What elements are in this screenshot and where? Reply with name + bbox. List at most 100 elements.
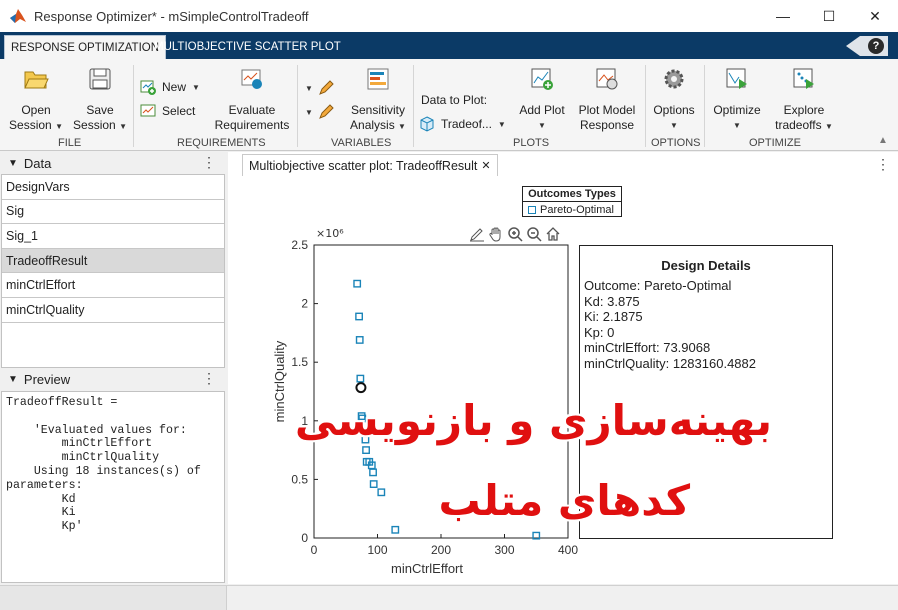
optimize-button[interactable]: Optimize ▼ [708,67,766,133]
list-item[interactable]: minCtrlQuality [2,298,224,323]
pencil-icon [319,104,334,119]
close-button[interactable]: ✕ [852,0,898,32]
section-variables: VARIABLES [331,137,392,149]
list-item-selected[interactable]: TradeoffResult [2,248,224,274]
axes-toolbar [469,226,561,242]
section-optimize: OPTIMIZE [749,137,801,149]
y-tick-label: 2 [301,297,308,311]
window-title: Response Optimizer* - mSimpleControlTrad… [34,8,309,24]
minimize-button[interactable]: — [760,0,806,32]
data-panel-title: Data [23,155,52,171]
add-plot-icon [531,68,553,90]
variables-dropdown-button[interactable]: ▼ [305,79,335,97]
save-session-button[interactable]: Save Session ▼ [70,67,130,134]
legend-entry[interactable]: Pareto-Optimal [523,202,621,217]
options-label: Options [653,103,695,117]
options-button[interactable]: Options ▼ [648,67,700,133]
add-plot-button[interactable]: Add Plot ▼ [513,67,571,133]
data-list: DesignVars Sig Sig_1 TradeoffResult minC… [1,174,225,368]
plot-model-label-2: Response [579,118,635,132]
options-caret: ▼ [670,121,678,130]
y-axis-label: minCtrlQuality [272,340,287,422]
save-icon [89,68,111,90]
sensitivity-label-1: Sensitivity [350,103,406,117]
optimize-caret: ▼ [733,121,741,130]
save-session-label-1: Save [86,103,114,117]
detail-line: Outcome: Pareto-Optimal [584,278,732,293]
doc-tab-label: Multiobjective scatter plot: TradeoffRes… [249,158,478,173]
overlay-text-line-2: کدهای متلب [438,476,690,525]
close-tab-icon[interactable]: ✕ [481,159,490,172]
help-icon: ? [868,38,884,54]
help-button[interactable]: ? [846,36,888,56]
y-tick-label: 0 [301,531,308,545]
tab-scatter-plot[interactable]: Multiobjective scatter plot: TradeoffRes… [242,154,498,176]
collapse-icon[interactable]: ▼ [8,374,18,385]
y-tick-label: 0.5 [291,472,308,486]
evaluate-requirements-button[interactable]: Evaluate Requirements [212,67,292,133]
section-file: FILE [58,137,82,149]
folder-open-icon [24,71,49,89]
x-tick-label: 100 [367,543,387,557]
brush-icon[interactable] [469,226,485,242]
ribbon-tab-bar: RESPONSE OPTIMIZATION MULTIOBJECTIVE SCA… [0,32,898,59]
cube-icon [420,116,434,132]
sensitivity-analysis-button[interactable]: Sensitivity Analysis ▼ [348,67,408,134]
preview-panel-title: Preview [23,371,71,387]
explore-tradeoffs-icon [793,68,814,89]
ribbon-separator [645,65,646,147]
variables-edit-button[interactable]: ▼ [305,103,335,121]
section-options: OPTIONS [651,137,701,149]
square-marker-icon [528,205,536,214]
new-requirement-button[interactable]: New ▼ [140,79,200,95]
y-tick-label: 1.5 [291,355,308,369]
matlab-logo-icon [10,9,26,23]
list-item[interactable]: Sig_1 [2,224,224,249]
legend-title: Outcomes Types [523,187,621,202]
list-item[interactable]: DesignVars [2,175,224,200]
plot-model-label-1: Plot Model [578,103,636,117]
tab-response-optimization[interactable]: RESPONSE OPTIMIZATION [4,35,167,59]
zoom-in-icon[interactable] [507,226,523,242]
collapse-icon[interactable]: ▼ [8,158,18,169]
data-panel-header: ▼ Data [0,152,227,174]
open-session-button[interactable]: Open Session ▼ [6,67,66,134]
plot-menu-icon[interactable]: ⋮ [876,156,890,173]
x-axis-label: minCtrlEffort [391,561,463,576]
preview-text: TradeoffResult = 'Evaluated values for: … [1,391,225,583]
x-tick-label: 300 [494,543,514,557]
ribbon-separator [413,65,414,147]
data-to-plot-value: Tradeof... [441,116,492,131]
selected-point-marker [355,382,367,394]
list-item[interactable]: Sig [2,200,224,225]
detail-line: minCtrlEffort: 73.9068 [584,340,711,356]
optimize-label: Optimize [713,103,761,117]
status-bar-left [0,586,227,610]
zoom-out-icon[interactable] [526,226,542,242]
plot-model-response-button[interactable]: Plot Model Response [574,67,640,133]
pan-hand-icon[interactable] [488,226,504,242]
data-to-plot-label: Data to Plot: [421,93,488,107]
sensitivity-label-2: Analysis ▼ [350,118,406,132]
gear-icon [664,69,684,89]
list-item[interactable]: minCtrlEffort [2,273,224,298]
evaluate-requirements-icon [241,69,262,89]
data-panel-menu-icon[interactable]: ⋮ [202,154,216,171]
outcomes-legend: Outcomes Types Pareto-Optimal [522,186,622,217]
maximize-button[interactable]: ☐ [806,0,852,32]
detail-line: Kd: 3.875 [584,293,640,309]
detail-line: Ki: 2.1875 [584,309,643,325]
legend-entry-label: Pareto-Optimal [540,203,614,216]
x-tick-label: 400 [558,543,578,557]
home-icon[interactable] [545,226,561,242]
preview-panel-menu-icon[interactable]: ⋮ [202,370,216,387]
select-requirement-button[interactable]: Select [140,103,195,119]
optimize-icon [726,68,747,89]
collapse-ribbon-icon[interactable]: ▲ [878,135,888,146]
explore-tradeoffs-button[interactable]: Explore tradeoffs ▼ [770,67,838,134]
tab-multiobjective-scatter-plot[interactable]: MULTIOBJECTIVE SCATTER PLOT [148,35,347,59]
data-to-plot-select[interactable]: Tradeof... ▼ [419,116,506,132]
add-plot-caret: ▼ [538,121,546,130]
ribbon-toolstrip: Open Session ▼ Save Session ▼ FILE New ▼ … [0,59,898,151]
explore-label-1: Explore [783,103,825,117]
